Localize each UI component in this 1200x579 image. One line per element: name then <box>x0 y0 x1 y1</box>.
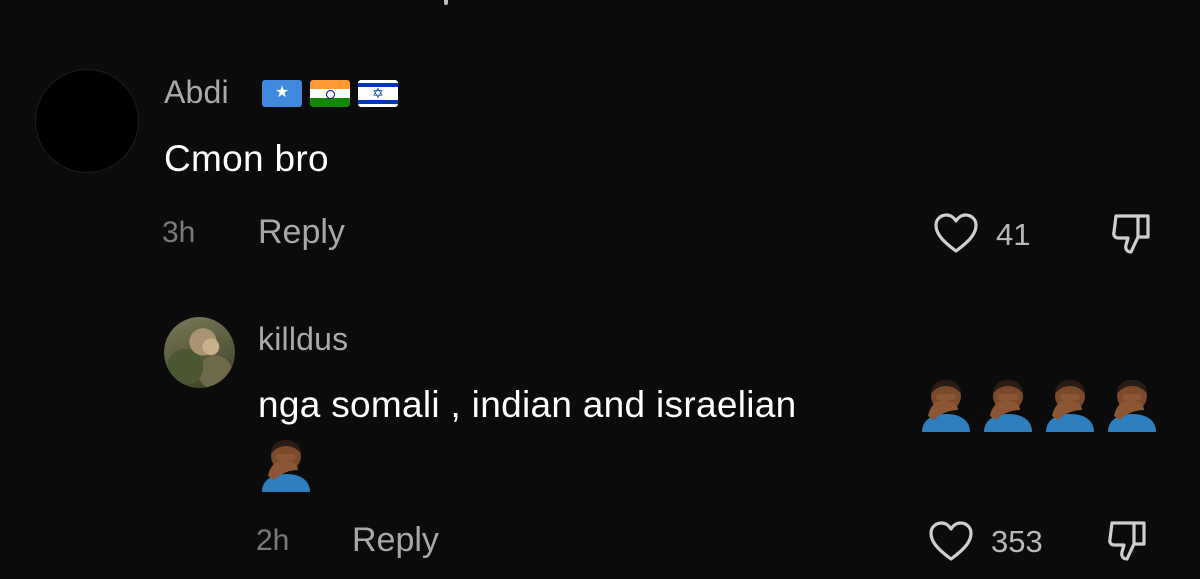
avatar-abdi[interactable] <box>36 70 138 172</box>
username-flags: ★ ✡ <box>262 80 398 107</box>
comment-text: nga somali , indian and israelian <box>258 384 797 425</box>
india-flag-icon <box>310 80 350 107</box>
avatar-killdus[interactable] <box>164 317 235 388</box>
facepalm-emoji-icon <box>922 380 970 432</box>
facepalm-emoji-icon <box>1108 380 1156 432</box>
comment-text: Cmon bro <box>164 138 329 179</box>
cut-off-element <box>444 0 448 5</box>
reply-button[interactable]: Reply <box>258 213 345 252</box>
like-count: 41 <box>996 217 1031 252</box>
reply-button[interactable]: Reply <box>352 521 439 560</box>
facepalm-emoji-icon <box>1046 380 1094 432</box>
comment-timestamp: 3h <box>162 216 196 249</box>
like-count: 353 <box>991 524 1043 559</box>
comment-timestamp: 2h <box>256 524 290 557</box>
facepalm-emoji-icon <box>262 440 310 492</box>
israel-flag-icon: ✡ <box>358 80 398 107</box>
heart-outline-icon[interactable] <box>933 212 979 254</box>
heart-outline-icon[interactable] <box>928 520 974 562</box>
thumbs-down-outline-icon[interactable] <box>1106 517 1150 563</box>
username[interactable]: killdus <box>258 321 348 358</box>
username[interactable]: Abdi <box>164 74 229 111</box>
somalia-flag-icon: ★ <box>262 80 302 107</box>
facepalm-emoji-icon <box>984 380 1032 432</box>
thumbs-down-outline-icon[interactable] <box>1110 210 1154 256</box>
